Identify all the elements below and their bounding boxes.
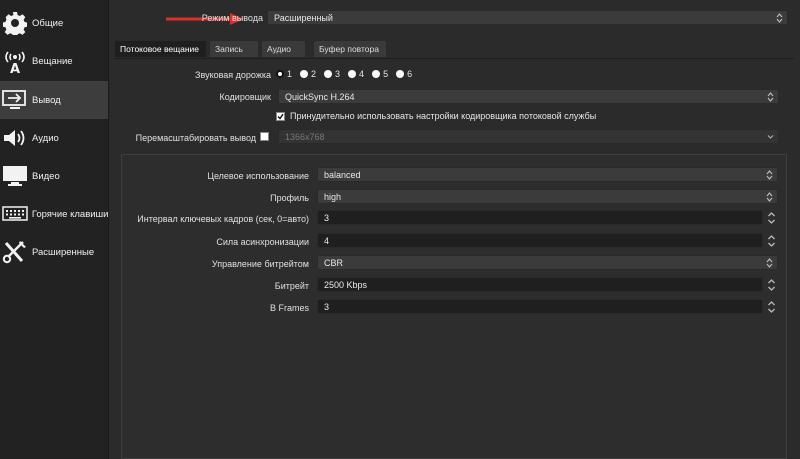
encoder-label: Кодировщик xyxy=(219,92,272,102)
encoder-select[interactable]: QuickSync H.264 xyxy=(278,89,779,104)
svg-text:A: A xyxy=(10,62,20,74)
broadcast-icon: A xyxy=(1,47,29,75)
tab-streaming[interactable]: Потоковое вещание xyxy=(114,40,207,58)
audio-track-radio-1[interactable]: 1 xyxy=(276,69,292,79)
rate-control-value: CBR xyxy=(324,257,344,268)
spin-arrows-icon[interactable] xyxy=(767,234,776,248)
rescale-checkbox[interactable] xyxy=(260,132,269,141)
target-usage-label: Целевое использование xyxy=(207,171,309,181)
bframes-label: B Frames xyxy=(269,303,309,313)
updown-arrow-icon xyxy=(766,170,773,180)
sidebar-item-video[interactable]: Видео xyxy=(0,157,108,195)
radio-dot-icon xyxy=(396,70,405,78)
tab-divider xyxy=(114,58,794,59)
radio-label: 6 xyxy=(407,69,413,79)
async-depth-label: Сила асинхронизации xyxy=(216,237,309,247)
bitrate-label: Битрейт xyxy=(274,281,309,291)
keyframe-interval-label: Интервал ключевых кадров (сек, 0=авто) xyxy=(137,214,309,224)
radio-dot-icon xyxy=(276,70,284,78)
radio-dot-icon xyxy=(300,70,309,78)
rate-control-select[interactable]: CBR xyxy=(317,255,778,270)
sidebar-item-general[interactable]: Общие xyxy=(0,4,108,42)
audio-track-radio-4[interactable]: 4 xyxy=(348,69,364,79)
audio-track-radios: 1 2 3 4 5 6 xyxy=(276,69,420,79)
profile-label: Профиль xyxy=(270,193,309,203)
audio-track-radio-5[interactable]: 5 xyxy=(372,69,388,79)
tab-audio[interactable]: Аудио xyxy=(261,40,306,58)
chevron-down-icon xyxy=(767,135,774,139)
radio-label: 3 xyxy=(335,69,341,79)
output-mode-label: Режим вывода xyxy=(201,13,263,23)
output-icon xyxy=(1,86,29,114)
rescale-label: Перемасштабировать вывод xyxy=(135,133,256,143)
radio-label: 5 xyxy=(383,69,389,79)
output-settings-panel: Режим вывода Расширенный Потоковое вещан… xyxy=(109,0,800,459)
sidebar-item-output[interactable]: Вывод xyxy=(0,81,108,119)
output-mode-select[interactable]: Расширенный xyxy=(267,10,788,25)
tab-replay-buffer[interactable]: Буфер повтора xyxy=(313,40,387,58)
gear-icon xyxy=(1,9,29,37)
audio-track-radio-3[interactable]: 3 xyxy=(324,69,340,79)
bframes-spinbox[interactable]: 3 xyxy=(317,299,775,314)
bframes-value: 3 xyxy=(324,301,330,312)
enforce-label: Принудительно использовать настройки код… xyxy=(290,111,597,121)
checkmark-icon xyxy=(277,113,284,120)
updown-arrow-icon xyxy=(767,92,774,102)
sidebar-item-label: Видео xyxy=(32,170,60,182)
sidebar-item-label: Вещание xyxy=(32,55,73,67)
monitor-icon xyxy=(1,162,29,190)
profile-select[interactable]: high xyxy=(317,189,778,204)
profile-value: high xyxy=(324,191,342,202)
async-depth-value: 4 xyxy=(324,235,330,246)
target-usage-value: balanced xyxy=(324,169,361,180)
spin-arrows-icon[interactable] xyxy=(767,278,776,292)
sidebar-item-label: Расширенные xyxy=(32,246,95,258)
bitrate-spinbox[interactable]: 2500 Kbps xyxy=(317,277,775,292)
radio-dot-icon xyxy=(348,70,357,78)
settings-sidebar: Общие A Вещание Вывод Аудио Видео Горячи… xyxy=(0,0,109,459)
updown-arrow-icon xyxy=(766,192,773,202)
keyframe-interval-value: 3 xyxy=(324,212,330,223)
enforce-checkbox[interactable] xyxy=(276,111,285,121)
keyframe-interval-spinbox[interactable]: 3 xyxy=(317,210,775,225)
radio-label: 2 xyxy=(311,69,317,79)
sidebar-item-label: Вывод xyxy=(32,94,61,106)
updown-arrow-icon xyxy=(766,258,773,268)
tools-icon xyxy=(1,238,29,266)
sidebar-item-label: Аудио xyxy=(32,132,59,144)
tab-recording[interactable]: Запись xyxy=(209,40,259,58)
async-depth-spinbox[interactable]: 4 xyxy=(317,233,775,248)
updown-arrow-icon xyxy=(776,13,783,23)
radio-label: 4 xyxy=(359,69,365,79)
audio-track-radio-6[interactable]: 6 xyxy=(396,69,412,79)
sidebar-item-label: Горячие клавиши xyxy=(31,208,108,220)
target-usage-select[interactable]: balanced xyxy=(317,167,778,182)
speaker-icon xyxy=(1,124,29,152)
spin-arrows-icon[interactable] xyxy=(767,211,776,225)
radio-dot-icon xyxy=(324,70,333,78)
rescale-select[interactable]: 1366x768 xyxy=(278,129,779,144)
keyboard-icon xyxy=(1,200,29,228)
sidebar-item-audio[interactable]: Аудио xyxy=(0,119,108,157)
bitrate-value: 2500 Kbps xyxy=(324,279,368,290)
rate-control-label: Управление битрейтом xyxy=(211,259,309,269)
spin-arrows-icon[interactable] xyxy=(767,300,776,314)
encoder-value: QuickSync H.264 xyxy=(285,91,355,102)
sidebar-item-label: Общие xyxy=(32,17,64,29)
enforce-settings-row[interactable]: Принудительно использовать настройки код… xyxy=(276,111,596,121)
sidebar-item-hotkeys[interactable]: Горячие клавиши xyxy=(0,195,108,233)
sidebar-item-advanced[interactable]: Расширенные xyxy=(0,233,108,271)
rescale-value: 1366x768 xyxy=(285,131,325,142)
output-mode-value: Расширенный xyxy=(274,12,333,23)
sidebar-item-stream[interactable]: A Вещание xyxy=(0,42,108,80)
audio-track-label: Звуковая дорожка xyxy=(195,70,271,80)
audio-track-radio-2[interactable]: 2 xyxy=(300,69,316,79)
radio-dot-icon xyxy=(372,70,381,78)
radio-label: 1 xyxy=(287,69,293,79)
